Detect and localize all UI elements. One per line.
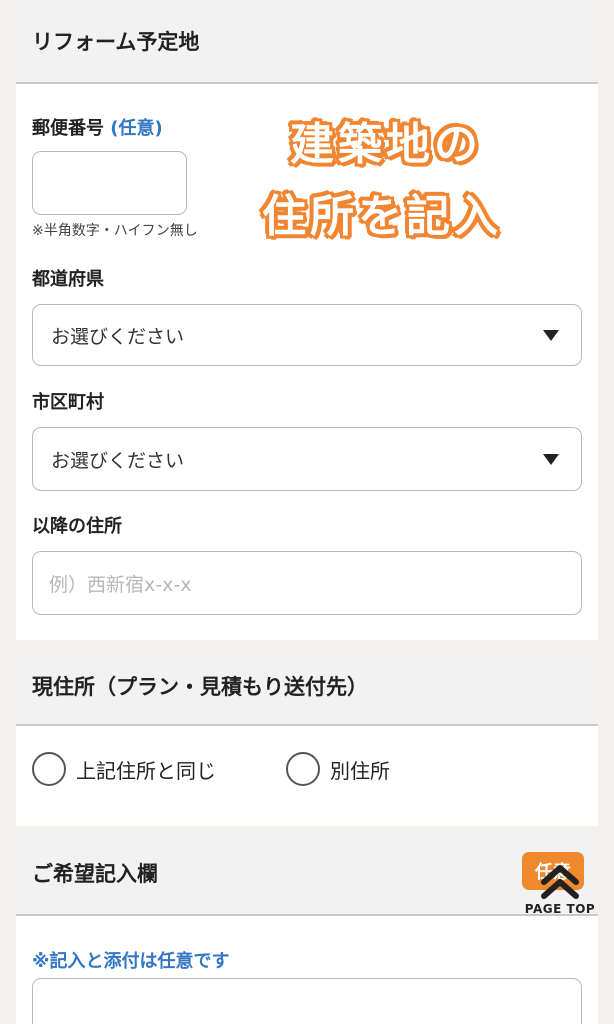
postal-note: ※半角数字・ハイフン無し [32, 223, 198, 239]
prefecture-selected: お選びください [51, 325, 185, 348]
address-label: 以降の住所 [32, 516, 122, 537]
current-address-card: 現住所（プラン・見積もり送付先） [16, 648, 598, 826]
double-chevron-up-icon [541, 865, 579, 899]
page-top-label: PAGE TOP [524, 902, 596, 916]
radio-circle[interactable] [286, 752, 320, 786]
postal-code-input[interactable] [32, 151, 187, 215]
prefecture-label: 都道府県 [32, 269, 104, 290]
city-label: 市区町村 [32, 392, 104, 413]
annotation-line1: 建築地の [290, 119, 482, 170]
request-note: ※記入と添付は任意です [32, 951, 230, 972]
radio-other-address[interactable]: 別住所 [286, 752, 390, 786]
city-selected: お選びください [51, 449, 185, 472]
address-input[interactable]: 例）西新宿x-x-x [32, 551, 582, 615]
radio-label-other: 別住所 [330, 758, 390, 783]
optional-tag: (任意) [110, 118, 163, 139]
dropdown-arrow-icon [543, 453, 559, 465]
section-title-request: ご希望記入欄 [16, 832, 598, 916]
prefecture-select[interactable]: お選びください [32, 304, 582, 366]
page-top-button[interactable]: PAGE TOP [520, 862, 600, 928]
annotation-line2: 住所を記入 [262, 191, 502, 242]
radio-same-address[interactable]: 上記住所と同じ [32, 752, 216, 786]
radio-label-same: 上記住所と同じ [76, 758, 216, 783]
city-select[interactable]: お選びください [32, 427, 582, 491]
dropdown-arrow-icon [543, 329, 559, 341]
postal-label: 郵便番号 (任意) [32, 114, 163, 140]
section-title-reform: リフォーム予定地 [16, 0, 598, 84]
radio-circle[interactable] [32, 752, 66, 786]
request-textarea[interactable] [32, 978, 582, 1024]
postal-label-text: 郵便番号 [32, 118, 104, 139]
address-placeholder: 例）西新宿x-x-x [49, 573, 192, 596]
section-title-current: 現住所（プラン・見積もり送付先） [16, 648, 598, 726]
